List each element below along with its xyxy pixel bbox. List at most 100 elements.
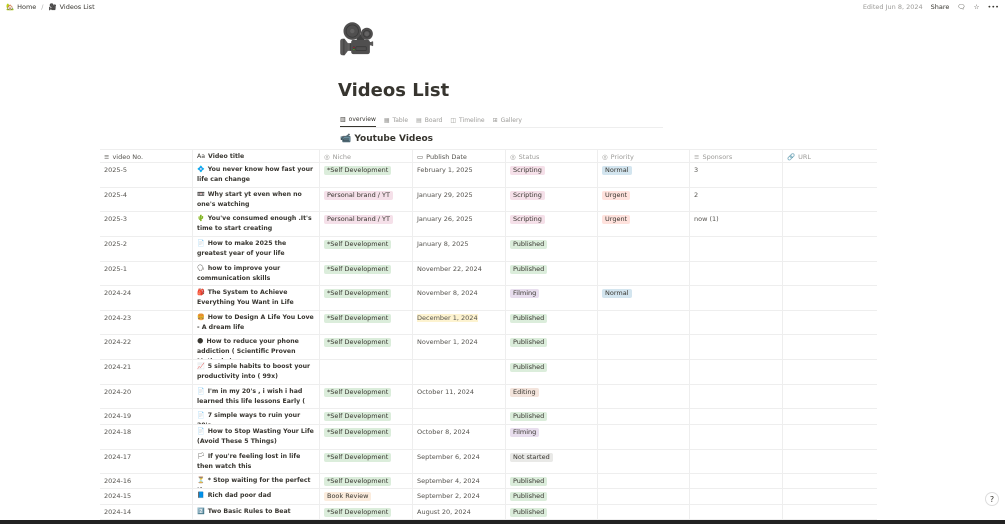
status-cell[interactable]: Published bbox=[506, 409, 598, 424]
url-cell[interactable] bbox=[783, 237, 877, 261]
url-cell[interactable] bbox=[783, 489, 877, 504]
page-title[interactable]: Videos List bbox=[338, 80, 449, 101]
niche-cell[interactable]: Personal brand / YT bbox=[320, 212, 413, 236]
publish-date-cell[interactable]: January 26, 2025 bbox=[413, 212, 506, 236]
priority-cell[interactable] bbox=[598, 505, 690, 519]
url-cell[interactable] bbox=[783, 409, 877, 424]
status-cell[interactable]: Published bbox=[506, 262, 598, 285]
video-title-cell[interactable]: 📘 Rich dad poor dad bbox=[193, 489, 320, 504]
sponsors-cell[interactable]: 3 bbox=[690, 163, 783, 187]
sponsors-cell[interactable] bbox=[690, 335, 783, 359]
niche-tag[interactable]: *Self Development bbox=[324, 338, 392, 347]
video-title-cell[interactable]: 🌵 You've consumed enough .It's time to st… bbox=[193, 212, 320, 236]
sponsors-cell[interactable] bbox=[690, 474, 783, 488]
priority-cell[interactable] bbox=[598, 335, 690, 359]
niche-tag[interactable]: *Self Development bbox=[324, 412, 392, 421]
sponsors-cell[interactable] bbox=[690, 262, 783, 285]
database-title[interactable]: 📹 Youtube Videos bbox=[340, 134, 433, 144]
video-title-cell[interactable]: 📄7 simple ways to ruin your 20's bbox=[193, 409, 320, 424]
niche-tag[interactable]: *Self Development bbox=[324, 453, 392, 462]
niche-cell[interactable]: Personal brand / YT bbox=[320, 188, 413, 211]
publish-date-cell[interactable]: November 22, 2024 bbox=[413, 262, 506, 285]
sponsors-cell[interactable] bbox=[690, 385, 783, 408]
status-tag[interactable]: Published bbox=[510, 412, 548, 421]
status-cell[interactable]: Filming bbox=[506, 286, 598, 310]
star-icon[interactable]: ☆ bbox=[974, 3, 980, 11]
priority-cell[interactable]: Normal bbox=[598, 163, 690, 187]
column-header-niche[interactable]: ◎ Niche bbox=[320, 150, 413, 162]
niche-tag[interactable]: *Self Development bbox=[324, 289, 392, 298]
url-cell[interactable] bbox=[783, 188, 877, 211]
column-header-sponsors[interactable]: ≡ Sponsors bbox=[690, 150, 783, 162]
status-cell[interactable]: Scripting bbox=[506, 212, 598, 236]
status-tag[interactable]: Published bbox=[510, 338, 548, 347]
sponsors-cell[interactable] bbox=[690, 489, 783, 504]
tab-timeline[interactable]: ◫ Timeline bbox=[450, 113, 484, 127]
column-header-url[interactable]: 🔗 URL bbox=[783, 150, 877, 162]
status-cell[interactable]: Scripting bbox=[506, 188, 598, 211]
status-cell[interactable]: Published bbox=[506, 311, 598, 334]
niche-tag[interactable]: *Self Development bbox=[324, 314, 392, 323]
video-title-cell[interactable]: 🏳 If you're feeling lost in life then wat… bbox=[193, 450, 320, 473]
video-number-cell[interactable]: 2024-22 bbox=[100, 335, 193, 359]
niche-cell[interactable]: *Self Development bbox=[320, 262, 413, 285]
publish-date-cell[interactable]: February 1, 2025 bbox=[413, 163, 506, 187]
url-cell[interactable] bbox=[783, 425, 877, 449]
video-number-cell[interactable]: 2024-20 bbox=[100, 385, 193, 408]
video-number-cell[interactable]: 2024-21 bbox=[100, 360, 193, 384]
publish-date-cell[interactable]: November 8, 2024 bbox=[413, 286, 506, 310]
video-number-cell[interactable]: 2025-4 bbox=[100, 188, 193, 211]
publish-date-cell[interactable]: September 2, 2024 bbox=[413, 489, 506, 504]
video-title-cell[interactable]: 🌑 How to reduce your phone addiction ( Sc… bbox=[193, 335, 320, 359]
tab-table[interactable]: ▦ Table bbox=[384, 113, 408, 127]
video-number-cell[interactable]: 2024-19 bbox=[100, 409, 193, 424]
niche-cell[interactable] bbox=[320, 360, 413, 384]
niche-cell[interactable]: *Self Development bbox=[320, 286, 413, 310]
priority-tag[interactable]: Normal bbox=[602, 166, 632, 175]
video-title-cell[interactable]: 📄 How to Stop Wasting Your Life (Avoid Th… bbox=[193, 425, 320, 449]
sponsors-cell[interactable] bbox=[690, 286, 783, 310]
priority-cell[interactable] bbox=[598, 409, 690, 424]
video-title-cell[interactable]: 🎒 The System to Achieve Everything You Wa… bbox=[193, 286, 320, 310]
niche-cell[interactable]: *Self Development bbox=[320, 163, 413, 187]
status-cell[interactable]: Published bbox=[506, 489, 598, 504]
url-cell[interactable] bbox=[783, 450, 877, 473]
sponsors-cell[interactable] bbox=[690, 425, 783, 449]
publish-date-cell[interactable] bbox=[413, 360, 506, 384]
share-button[interactable]: Share bbox=[931, 3, 950, 11]
status-tag[interactable]: Filming bbox=[510, 289, 540, 298]
niche-tag[interactable]: *Self Development bbox=[324, 428, 392, 437]
priority-cell[interactable]: Urgent bbox=[598, 188, 690, 211]
video-number-cell[interactable]: 2024-24 bbox=[100, 286, 193, 310]
status-tag[interactable]: Published bbox=[510, 363, 548, 372]
niche-tag[interactable]: Personal brand / YT bbox=[324, 215, 393, 224]
niche-cell[interactable]: *Self Development bbox=[320, 385, 413, 408]
niche-cell[interactable]: *Self Development bbox=[320, 237, 413, 261]
publish-date-cell[interactable]: September 6, 2024 bbox=[413, 450, 506, 473]
status-cell[interactable]: Published bbox=[506, 505, 598, 519]
status-tag[interactable]: Published bbox=[510, 265, 548, 274]
status-tag[interactable]: Scripting bbox=[510, 191, 545, 200]
niche-cell[interactable]: *Self Development bbox=[320, 474, 413, 488]
status-cell[interactable]: Published bbox=[506, 335, 598, 359]
niche-tag[interactable]: *Self Development bbox=[324, 508, 392, 517]
priority-cell[interactable] bbox=[598, 474, 690, 488]
help-button[interactable]: ? bbox=[985, 492, 999, 506]
status-tag[interactable]: Published bbox=[510, 477, 548, 486]
niche-tag[interactable]: *Self Development bbox=[324, 477, 392, 486]
video-title-cell[interactable]: 📈 5 simple habits to boost your productiv… bbox=[193, 360, 320, 384]
priority-cell[interactable] bbox=[598, 311, 690, 334]
tab-board[interactable]: ▤ Board bbox=[416, 113, 442, 127]
sponsors-cell[interactable] bbox=[690, 505, 783, 519]
publish-date-cell[interactable]: October 8, 2024 bbox=[413, 425, 506, 449]
url-cell[interactable] bbox=[783, 262, 877, 285]
url-cell[interactable] bbox=[783, 335, 877, 359]
publish-date-cell[interactable]: November 1, 2024 bbox=[413, 335, 506, 359]
status-tag[interactable]: Published bbox=[510, 492, 548, 501]
breadcrumb-page[interactable]: Videos List bbox=[60, 3, 95, 11]
niche-tag[interactable]: *Self Development bbox=[324, 265, 392, 274]
column-header-priority[interactable]: ◎ Priority bbox=[598, 150, 690, 162]
niche-tag[interactable]: *Self Development bbox=[324, 166, 392, 175]
publish-date-cell[interactable] bbox=[413, 409, 506, 424]
status-cell[interactable]: Published bbox=[506, 360, 598, 384]
